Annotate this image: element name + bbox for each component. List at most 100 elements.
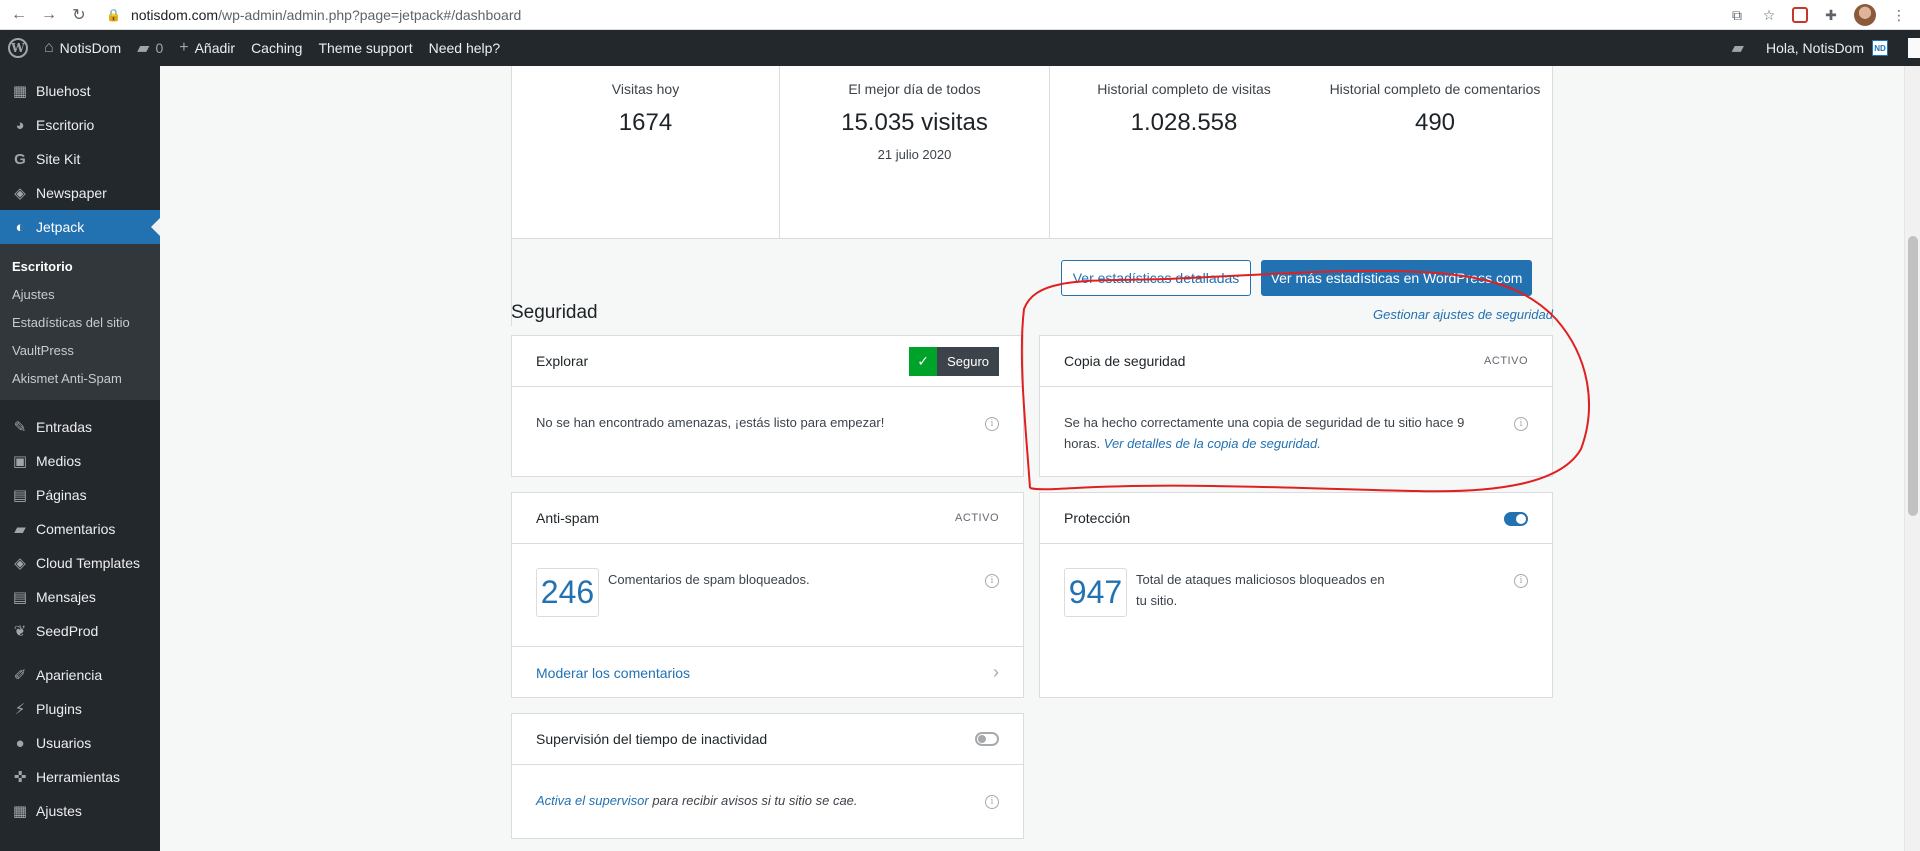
- antispam-card: Anti-spam ACTIVO 246 Comentarios de spam…: [511, 492, 1024, 698]
- menu-comentarios[interactable]: ▰ Comentarios: [0, 512, 160, 546]
- reload-icon[interactable]: ↻: [68, 4, 90, 26]
- submenu-ajustes[interactable]: Ajustes: [0, 280, 160, 308]
- address-bar[interactable]: 🔒 notisdom.com/wp-admin/admin.php?page=j…: [106, 4, 1766, 26]
- wrench-icon: ✜: [13, 769, 27, 786]
- settings-icon: ▦: [12, 803, 28, 820]
- activate-monitor-link[interactable]: Activa el supervisor: [536, 793, 649, 808]
- comments-link[interactable]: ▰ 0: [129, 30, 171, 66]
- menu-cloud-templates[interactable]: ◈ Cloud Templates: [0, 546, 160, 580]
- menu-newspaper[interactable]: ◈ Newspaper: [0, 176, 160, 210]
- site-name: NotisDom: [59, 40, 122, 56]
- page-scrollbar[interactable]: [1904, 66, 1920, 851]
- notifications-button[interactable]: ▰: [1724, 30, 1758, 66]
- moderate-comments-link[interactable]: Moderar los comentarios ›: [512, 646, 1023, 698]
- submenu-escritorio[interactable]: Escritorio: [0, 252, 160, 280]
- menu-label: Páginas: [36, 487, 87, 503]
- moderate-comments-label: Moderar los comentarios: [536, 664, 691, 681]
- chevron-right-icon: ›: [993, 662, 999, 682]
- seedprod-icon: ❦: [13, 623, 27, 640]
- menu-entradas[interactable]: ✎ Entradas: [0, 410, 160, 444]
- info-icon[interactable]: i: [1514, 574, 1528, 588]
- theme-support-link[interactable]: Theme support: [310, 30, 420, 66]
- stat-value: 490: [1414, 109, 1456, 136]
- security-title: Seguridad: [511, 302, 598, 323]
- jetpack-submenu: Escritorio Ajustes Estadísticas del siti…: [0, 244, 160, 400]
- menu-seedprod[interactable]: ❦ SeedProd: [0, 614, 160, 648]
- star-icon[interactable]: ☆: [1760, 6, 1778, 24]
- protect-toggle[interactable]: [1504, 512, 1528, 526]
- manage-security-link[interactable]: Gestionar ajustes de seguridad: [1373, 307, 1553, 322]
- menu-usuarios[interactable]: ● Usuarios: [0, 726, 160, 760]
- extension-icon[interactable]: [1792, 7, 1808, 23]
- site-name-link[interactable]: ⌂ NotisDom: [36, 30, 129, 66]
- pin-icon: ✎: [13, 419, 27, 436]
- templates-icon: ◈: [14, 555, 26, 572]
- scan-message: No se han encontrado amenazas, ¡estás li…: [536, 415, 885, 430]
- submenu-vaultpress[interactable]: VaultPress: [0, 336, 160, 364]
- menu-apariencia[interactable]: ✐ Apariencia: [0, 658, 160, 692]
- menu-label: Usuarios: [36, 735, 92, 751]
- menu-paginas[interactable]: ▤ Páginas: [0, 478, 160, 512]
- info-icon[interactable]: i: [1514, 417, 1528, 431]
- submenu-estadisticas[interactable]: Estadísticas del sitio: [0, 308, 160, 336]
- stat-label: Historial completo de visitas: [1097, 81, 1271, 97]
- more-icon[interactable]: ⋮: [1890, 6, 1908, 24]
- monitor-card: Supervisión del tiempo de inactividad Ac…: [511, 713, 1024, 839]
- menu-herramientas[interactable]: ✜ Herramientas: [0, 760, 160, 794]
- messages-icon: ▤: [12, 589, 28, 606]
- antispam-status: ACTIVO: [955, 512, 999, 524]
- menu-label: Bluehost: [36, 83, 91, 99]
- main-content: Visitas hoy 1674 El mejor día de todos 1…: [160, 66, 1904, 851]
- stat-today: Visitas hoy 1674: [512, 67, 779, 137]
- protect-title: Protección: [1064, 510, 1131, 526]
- backup-status: ACTIVO: [1484, 355, 1528, 367]
- secure-badge-label: Seguro: [937, 347, 999, 376]
- pages-icon: ▤: [12, 487, 28, 504]
- puzzle-icon[interactable]: ✚: [1822, 6, 1840, 24]
- info-icon[interactable]: i: [985, 417, 999, 431]
- menu-label: Ajustes: [36, 803, 82, 819]
- menu-plugins[interactable]: ⚡ Plugins: [0, 692, 160, 726]
- antispam-title: Anti-spam: [536, 510, 600, 526]
- menu-label: Newspaper: [36, 185, 107, 201]
- backup-details-link[interactable]: Ver detalles de la copia de seguridad.: [1104, 436, 1321, 451]
- menu-label: Entradas: [36, 419, 93, 435]
- menu-escritorio[interactable]: ◕ Escritorio: [0, 108, 160, 142]
- comments-count: 0: [155, 40, 164, 56]
- back-icon[interactable]: ←: [8, 4, 30, 26]
- menu-medios[interactable]: ▣ Medios: [0, 444, 160, 478]
- profile-avatar[interactable]: [1854, 4, 1876, 26]
- wp-logo-button[interactable]: W: [0, 30, 36, 66]
- monitor-toggle[interactable]: [975, 732, 999, 746]
- scan-title: Explorar: [536, 353, 589, 369]
- my-account-link[interactable]: Hola, NotisDom ND: [1758, 30, 1896, 66]
- submenu-akismet[interactable]: Akismet Anti-Spam: [0, 364, 160, 392]
- url-path: /wp-admin/admin.php?page=jetpack#/dashbo…: [218, 7, 522, 23]
- user-avatar: ND: [1872, 40, 1888, 56]
- grid-icon: ▦: [12, 83, 28, 100]
- info-icon[interactable]: i: [985, 574, 999, 588]
- toggle-knob: [978, 735, 986, 743]
- need-help-link[interactable]: Need help?: [421, 30, 509, 66]
- view-wpcom-stats-button[interactable]: Ver más estadísticas en WordPress.com: [1261, 260, 1532, 296]
- menu-ajustes[interactable]: ▦ Ajustes: [0, 794, 160, 828]
- menu-site-kit[interactable]: G Site Kit: [0, 142, 160, 176]
- menu-bluehost[interactable]: ▦ Bluehost: [0, 74, 160, 108]
- menu-label: Comentarios: [36, 521, 116, 537]
- add-new-link[interactable]: + Añadir: [171, 30, 243, 66]
- info-icon[interactable]: i: [985, 795, 999, 809]
- menu-jetpack[interactable]: ◐ Jetpack: [0, 210, 160, 244]
- menu-mensajes[interactable]: ▤ Mensajes: [0, 580, 160, 614]
- menu-label: Escritorio: [36, 117, 95, 133]
- protect-header: Protección: [1040, 493, 1552, 544]
- view-detailed-stats-button[interactable]: Ver estadísticas detalladas: [1061, 260, 1251, 296]
- stat-date: 21 julio 2020: [877, 147, 952, 162]
- forward-icon[interactable]: →: [38, 4, 60, 26]
- url-host: notisdom.com: [130, 7, 219, 23]
- scrollbar-thumb[interactable]: [1908, 236, 1918, 516]
- caching-link[interactable]: Caching: [243, 30, 310, 66]
- translate-icon[interactable]: ⧉: [1728, 6, 1746, 24]
- protect-text: Total de ataques maliciosos bloqueados e…: [1136, 572, 1385, 587]
- protect-text: tu sitio.: [1136, 593, 1178, 608]
- secure-badge: ✓ Seguro: [909, 347, 999, 376]
